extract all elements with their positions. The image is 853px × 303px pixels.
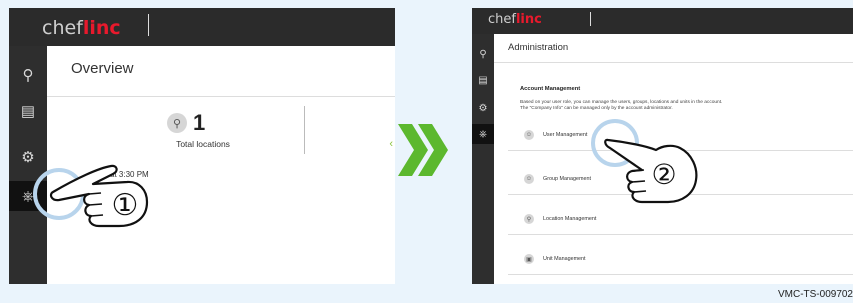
- chevron-left-icon[interactable]: ‹: [389, 138, 393, 150]
- metric-label: Total locations: [176, 139, 230, 149]
- page-title: Administration: [508, 42, 569, 53]
- metric-value: 1: [193, 110, 206, 135]
- pointing-hand-icon: ①: [49, 164, 149, 228]
- group-icon: ☺: [524, 174, 534, 184]
- topbar-divider: [148, 14, 149, 36]
- pointing-hand-icon: ②: [604, 138, 698, 204]
- unit-icon: ▣: [524, 254, 534, 264]
- chefLinc-logo: cheflinc: [488, 12, 542, 27]
- total-locations-metric: ⚲ 1: [167, 110, 205, 136]
- unit-management-item[interactable]: ▣ Unit Management: [508, 246, 853, 275]
- screenshot-overview: cheflinc ⚲ ▤ ⚙ ⎈ Overview ⚲ 1 Total loca…: [9, 8, 395, 284]
- location-management-item[interactable]: ⚲ Location Management: [508, 206, 853, 235]
- section-description: Based on your user role, you can manage …: [520, 100, 723, 111]
- section-title: Account Management: [520, 86, 581, 92]
- double-chevron-arrow-icon: [398, 124, 448, 176]
- page-header: Administration: [494, 34, 853, 63]
- location-pin-icon[interactable]: ⚲: [472, 44, 494, 64]
- sidebar: ⚲ ▤ ⚙ ⎈: [9, 46, 47, 284]
- metric-divider: [304, 106, 305, 154]
- step-number: ②: [651, 158, 676, 191]
- location-pin-icon: ⚲: [167, 113, 187, 133]
- user-icon: ☺: [524, 130, 534, 140]
- step-number: ①: [112, 188, 139, 223]
- page-title: Overview: [71, 60, 134, 77]
- top-bar: cheflinc: [472, 8, 853, 34]
- topbar-divider: [590, 12, 591, 26]
- gear-icon[interactable]: ⚙: [9, 142, 47, 172]
- chefLinc-logo: cheflinc: [42, 17, 121, 39]
- clipboard-icon[interactable]: ▤: [472, 70, 494, 90]
- location-icon: ⚲: [524, 214, 534, 224]
- gear-icon[interactable]: ⚙: [472, 98, 494, 118]
- reference-code: VMC-TS-009702: [777, 289, 853, 300]
- sidebar: ⚲ ▤ ⚙ ⎈: [472, 34, 494, 284]
- page-header: Overview: [47, 46, 395, 97]
- clipboard-icon[interactable]: ▤: [9, 96, 47, 126]
- screenshot-administration: cheflinc ⚲ ▤ ⚙ ⎈ Administration Account …: [472, 8, 853, 284]
- top-bar: cheflinc: [9, 8, 395, 46]
- location-pin-icon[interactable]: ⚲: [9, 60, 47, 90]
- admin-tag-icon[interactable]: ⎈: [472, 124, 494, 144]
